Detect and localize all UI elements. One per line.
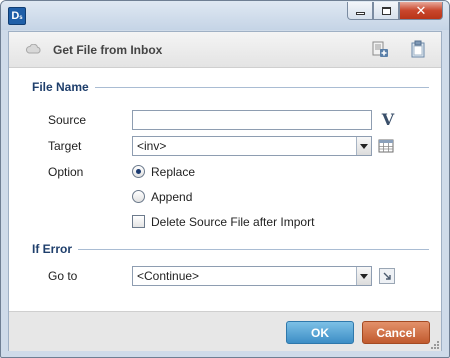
- close-icon: ✕: [415, 2, 427, 18]
- chevron-down-icon: [360, 273, 368, 279]
- dialog-client: Get File from Inbox File Name Source V T…: [8, 31, 442, 351]
- goto-value: <Continue>: [137, 269, 200, 283]
- option-label: Option: [48, 165, 84, 179]
- source-input[interactable]: [132, 110, 372, 130]
- maximize-button[interactable]: [373, 2, 399, 20]
- section-title-file-name: File Name: [32, 80, 95, 94]
- dialog-footer: OK Cancel: [9, 311, 441, 351]
- delete-source-checkbox[interactable]: [132, 215, 145, 228]
- replace-radio[interactable]: [132, 165, 145, 178]
- dialog-body: File Name Source V Target <inv> Option R…: [9, 69, 441, 311]
- replace-label: Replace: [151, 165, 196, 179]
- dialog-header: Get File from Inbox: [9, 32, 441, 68]
- goto-select[interactable]: <Continue>: [132, 266, 372, 286]
- target-dropdown-arrow[interactable]: [356, 137, 371, 155]
- source-label: Source: [48, 113, 87, 127]
- app-logo-icon: Ds: [8, 7, 26, 25]
- ok-button[interactable]: OK: [286, 321, 354, 344]
- cancel-button[interactable]: Cancel: [362, 321, 430, 344]
- variable-button[interactable]: V: [378, 110, 398, 130]
- dialog-window: Ds ✕ Get File from Inbox File Name Sourc…: [0, 0, 450, 358]
- delete-source-label: Delete Source File after Import: [151, 215, 315, 229]
- table-grid-icon[interactable]: [378, 138, 394, 154]
- maximize-icon: [381, 6, 391, 15]
- append-label: Append: [151, 190, 193, 204]
- minimize-icon: [355, 12, 365, 15]
- target-value: <inv>: [137, 139, 167, 153]
- target-select[interactable]: <inv>: [132, 136, 372, 156]
- clipboard-icon[interactable]: [409, 40, 427, 58]
- resize-grip-icon[interactable]: [430, 340, 440, 350]
- dialog-title: Get File from Inbox: [53, 43, 163, 57]
- append-radio[interactable]: [132, 190, 145, 203]
- section-title-if-error: If Error: [32, 242, 79, 256]
- go-to-arrow-icon[interactable]: [379, 268, 395, 284]
- section-divider: [32, 249, 429, 250]
- target-label: Target: [48, 139, 82, 153]
- close-button[interactable]: ✕: [399, 2, 443, 20]
- chevron-down-icon: [360, 143, 368, 149]
- cloud-icon: [25, 44, 41, 54]
- goto-dropdown-arrow[interactable]: [356, 267, 371, 285]
- minimize-button[interactable]: [347, 2, 373, 20]
- title-bar[interactable]: Ds ✕: [1, 1, 449, 30]
- window-controls: ✕: [347, 2, 443, 20]
- add-document-icon[interactable]: [371, 40, 389, 58]
- goto-label: Go to: [48, 269, 78, 283]
- variable-icon: V: [381, 110, 395, 129]
